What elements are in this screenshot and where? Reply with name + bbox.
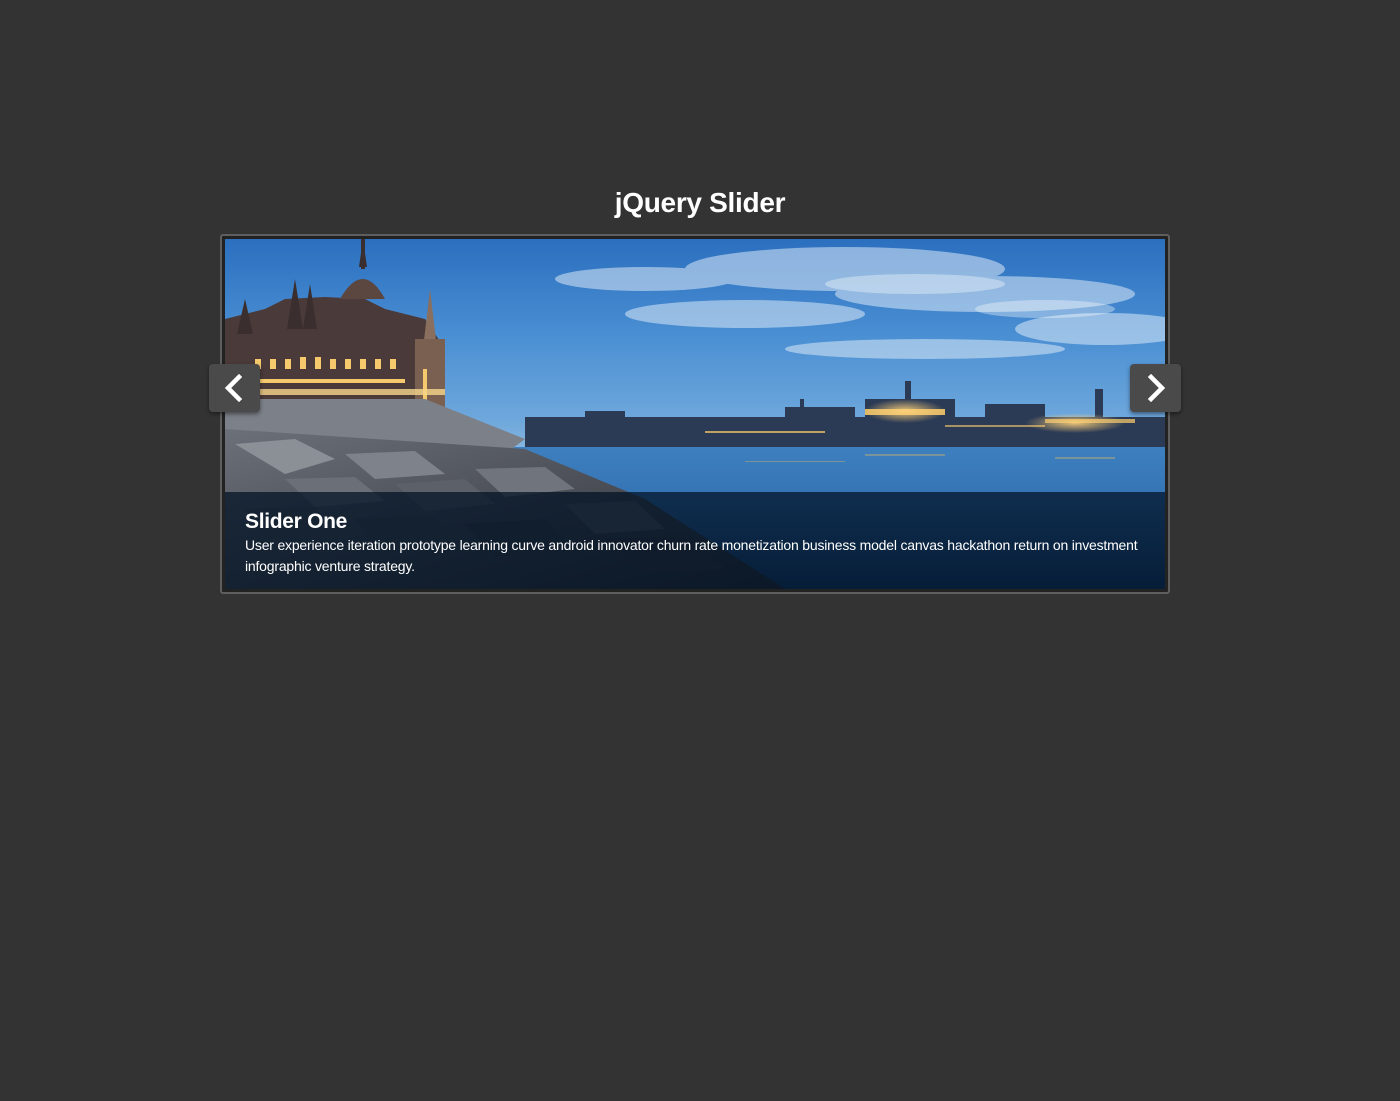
chevron-left-icon	[224, 374, 243, 402]
slide-title: Slider One	[245, 510, 348, 533]
previous-slide-button[interactable]	[209, 364, 260, 412]
chevron-right-icon	[1147, 374, 1166, 402]
image-slider: Slider One User experience iteration pro…	[220, 234, 1170, 594]
slide-viewport: Slider One User experience iteration pro…	[225, 239, 1165, 589]
page-title: jQuery Slider	[614, 187, 786, 218]
slide-description: User experience iteration prototype lear…	[245, 537, 1138, 574]
slide-caption: Slider One User experience iteration pro…	[225, 492, 1165, 589]
next-slide-button[interactable]	[1130, 364, 1181, 412]
